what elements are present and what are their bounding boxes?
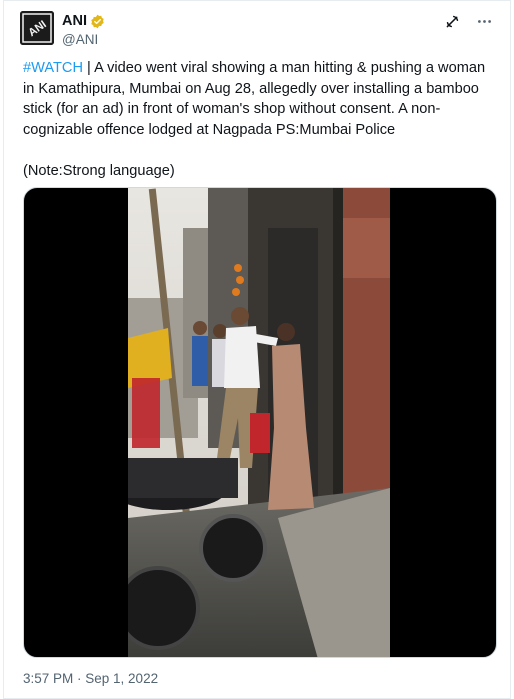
ani-logo-icon: ANI (20, 11, 54, 45)
tweet-text: #WATCH | A video went viral showing a ma… (23, 58, 498, 181)
video-frame[interactable] (128, 188, 390, 657)
author-handle[interactable]: @ANI (62, 31, 105, 48)
tweet-body: | A video went viral showing a man hitti… (23, 60, 486, 179)
hashtag-link[interactable]: #WATCH (23, 60, 83, 76)
video-thumbnail (128, 188, 390, 657)
author-display-name[interactable]: ANI (62, 13, 105, 30)
tweet-header: ANI ANI @ANI (20, 11, 494, 47)
avatar[interactable]: ANI (20, 11, 54, 45)
tweet-card: ANI ANI @ANI #WATCH | A video went viral… (3, 0, 511, 699)
header-actions (442, 11, 494, 31)
video-player[interactable] (23, 187, 497, 658)
more-icon[interactable] (474, 11, 494, 31)
grok-icon[interactable] (442, 11, 462, 31)
author-name-block: ANI @ANI (62, 12, 105, 48)
tweet-timestamp[interactable]: 3:57 PM · Sep 1, 2022 (23, 671, 158, 686)
display-name-text[interactable]: ANI (62, 13, 87, 30)
verified-badge-icon (91, 14, 104, 29)
